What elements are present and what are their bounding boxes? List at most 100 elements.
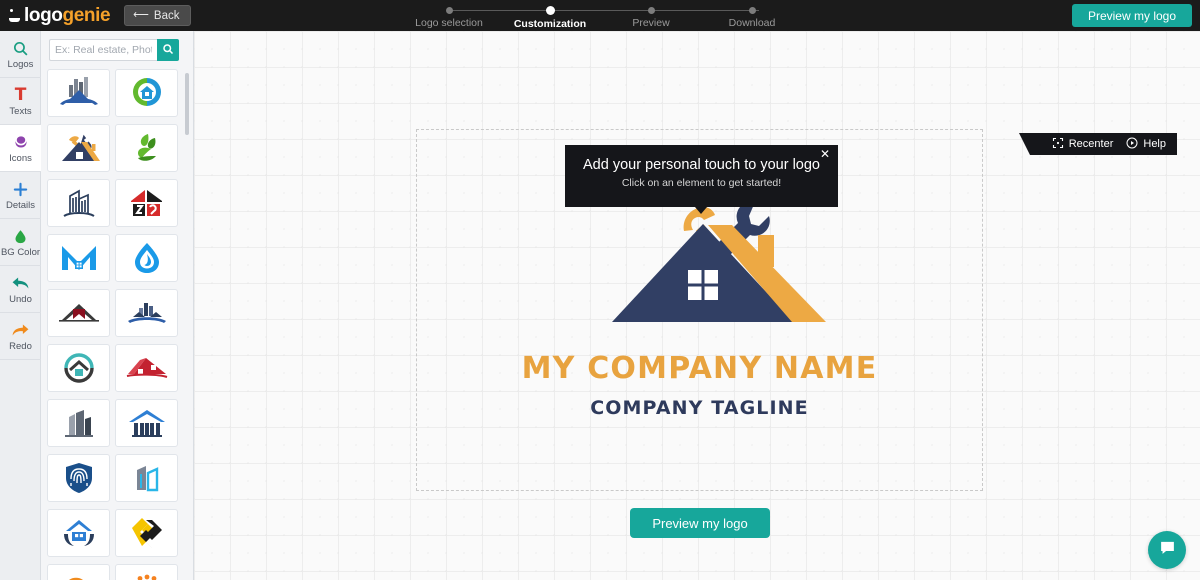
preview-my-logo-button-bottom[interactable]: Preview my logo [630, 508, 770, 538]
thumb-camera-orange[interactable] [47, 564, 110, 580]
panel-scrollbar[interactable] [185, 73, 189, 135]
step-label: Logo selection [415, 17, 483, 29]
thumb-blue-home-pillars[interactable] [115, 399, 178, 447]
camera-icon [59, 574, 99, 580]
sidebar-item-details[interactable]: Details [0, 172, 41, 219]
back-button-label: Back [153, 9, 180, 22]
search-button[interactable] [157, 39, 179, 61]
sidebar-item-logos[interactable]: Logos [0, 31, 41, 78]
search-input[interactable] [49, 39, 157, 61]
progress-steps: Logo selection Customization Preview Dow… [403, 2, 803, 31]
sidebar-item-label: Redo [9, 340, 32, 352]
play-circle-icon [1126, 137, 1138, 152]
thumb-blue-m-house[interactable] [47, 234, 110, 282]
thumbnail-grid [47, 69, 187, 580]
plus-icon [12, 180, 29, 199]
droplet-swirl-icon [132, 241, 162, 275]
tool-rail: Logos T Texts Icons Details BG Color Und… [0, 31, 41, 580]
step-customization[interactable]: Customization [495, 2, 605, 30]
thumb-dark-red-roof-house[interactable] [47, 289, 110, 337]
thumb-grey-towers[interactable] [47, 399, 110, 447]
recenter-button[interactable]: Recenter [1052, 137, 1114, 152]
help-label: Help [1143, 138, 1166, 150]
logo-library-panel [41, 31, 194, 580]
step-label: Preview [632, 17, 670, 29]
thumb-red-roof-house[interactable] [115, 344, 178, 392]
thumb-green-circle-house[interactable] [115, 69, 178, 117]
search-row [49, 39, 179, 61]
step-dot [445, 7, 453, 14]
step-preview[interactable]: Preview [596, 2, 706, 29]
thumb-outline-buildings[interactable] [47, 179, 110, 227]
leaf-icon [132, 131, 162, 165]
sidebar-item-label: Details [5, 199, 36, 211]
company-name-text[interactable]: MY COMPANY NAME [416, 351, 983, 386]
company-tagline-text[interactable]: COMPANY TAGLINE [416, 397, 983, 419]
house-split-icon [128, 187, 166, 219]
arrow-left-icon: ⟵ [133, 9, 149, 21]
sidebar-item-bg-color[interactable]: BG Color [0, 219, 41, 266]
step-dot [647, 7, 655, 14]
step-label: Download [728, 17, 776, 29]
buildings-outline-icon [60, 187, 98, 219]
thumb-leaf-sprout[interactable] [115, 124, 178, 172]
droplet-icon [13, 227, 28, 246]
thumb-teal-circle-roof[interactable] [47, 344, 110, 392]
tools-roof-icon [56, 132, 102, 164]
recenter-label: Recenter [1068, 138, 1114, 150]
thumb-cyan-buildings[interactable] [115, 454, 178, 502]
help-button[interactable]: Help [1126, 137, 1166, 152]
sidebar-item-label: Undo [9, 293, 32, 305]
step-logo-selection[interactable]: Logo selection [394, 2, 504, 29]
thumb-city-skyline-roof[interactable] [47, 69, 110, 117]
sidebar-item-label: Logos [7, 58, 34, 70]
letter-m-house-icon [59, 243, 99, 273]
diamond-shape-icon [130, 516, 164, 550]
sidebar-item-texts[interactable]: T Texts [0, 78, 41, 125]
chat-widget-button[interactable] [1148, 531, 1186, 569]
icons-shape-icon [12, 133, 30, 152]
search-icon [162, 43, 174, 58]
house-circle-icon [129, 76, 165, 110]
sidebar-item-label: Texts [9, 105, 32, 117]
thumb-fingerprint-shield[interactable] [47, 454, 110, 502]
chat-bubble-icon [1159, 539, 1176, 561]
circle-roof-icon [62, 352, 96, 384]
step-dot [748, 7, 756, 14]
onboarding-tooltip: ✕ Add your personal touch to your logo C… [565, 145, 838, 214]
step-download[interactable]: Download [697, 2, 807, 29]
recenter-frame-icon [1052, 137, 1064, 152]
sidebar-item-label: BG Color [0, 246, 41, 258]
city-roofline-icon [124, 300, 170, 326]
logo-canvas[interactable]: MY COMPANY NAME COMPANY TAGLINE Recenter… [194, 31, 1200, 580]
thumb-hands-house[interactable] [47, 509, 110, 557]
red-roof-icon [124, 355, 170, 381]
sidebar-item-icons[interactable]: Icons [0, 125, 41, 172]
back-button[interactable]: ⟵ Back [124, 5, 192, 26]
tooltip-subtitle: Click on an element to get started! [621, 177, 782, 189]
brand-logo[interactable]: logo genie [8, 4, 111, 27]
step-dot [545, 6, 555, 15]
thumb-yellow-black-diamond[interactable] [115, 509, 178, 557]
text-t-icon: T [14, 84, 27, 105]
thumb-hammer-wrench-roof[interactable] [47, 124, 110, 172]
home-pillars-icon [127, 408, 167, 438]
preview-my-logo-button-top[interactable]: Preview my logo [1071, 4, 1192, 27]
thumb-red-black-house-split[interactable] [115, 179, 178, 227]
thumb-water-drop-flame[interactable] [115, 234, 178, 282]
close-icon[interactable]: ✕ [820, 148, 830, 160]
sidebar-item-undo[interactable]: Undo [0, 266, 41, 313]
top-bar: logo genie ⟵ Back Logo selection Customi… [0, 0, 1200, 31]
sidebar-item-label: Icons [9, 152, 32, 164]
undo-arrow-icon [11, 274, 30, 293]
brand-word-genie: genie [62, 4, 111, 26]
search-icon [12, 39, 29, 58]
thumb-orange-sunburst[interactable] [115, 564, 178, 580]
logogenie-lamp-icon [8, 9, 21, 22]
step-label: Customization [513, 18, 587, 30]
sidebar-item-redo[interactable]: Redo [0, 313, 41, 360]
building-roof-icon [56, 76, 102, 110]
thumb-city-roof-line[interactable] [115, 289, 178, 337]
tooltip-title: Add your personal touch to your logo [583, 157, 820, 173]
brand-word-logo: logo [24, 4, 63, 26]
